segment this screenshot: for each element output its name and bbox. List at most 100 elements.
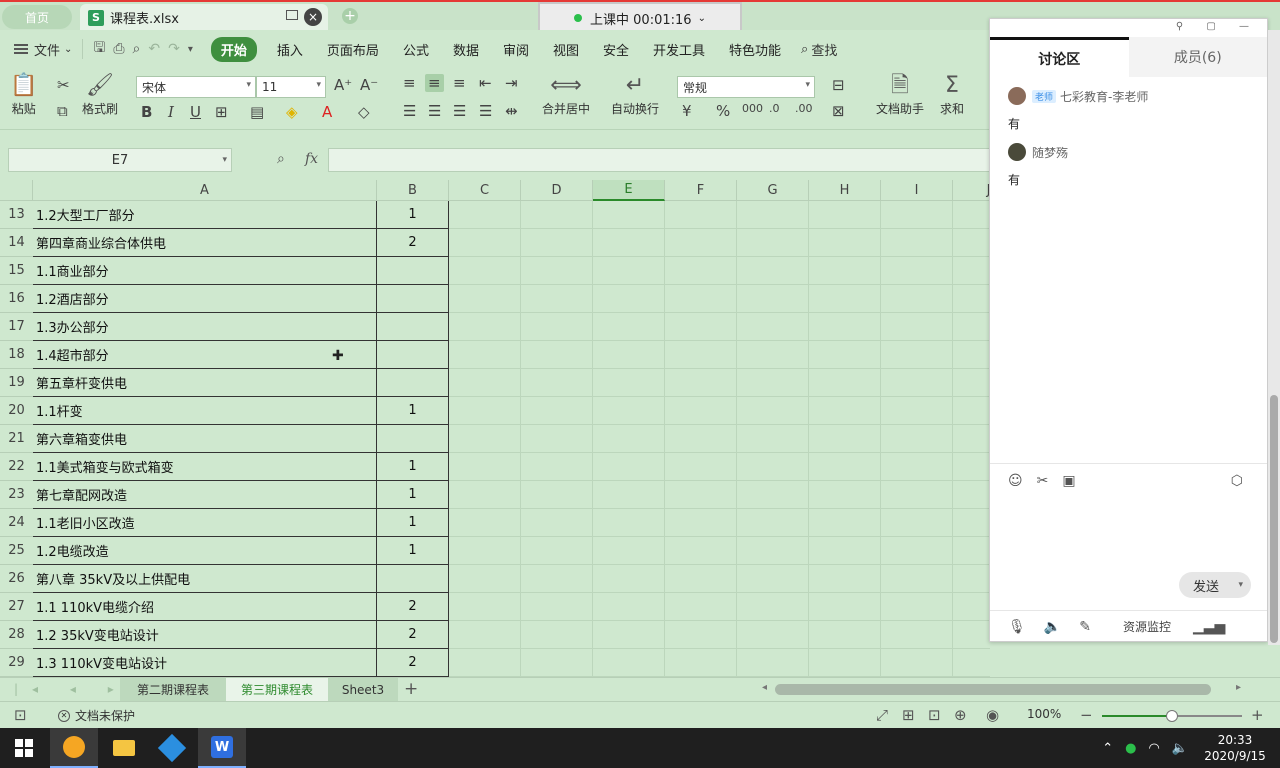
row-header[interactable]: 13 (0, 201, 33, 229)
row-header[interactable]: 23 (0, 481, 33, 509)
search-menu[interactable]: ⌕ 查找 (793, 40, 845, 59)
tab-discussion[interactable]: 讨论区 (990, 37, 1129, 77)
menu-developer[interactable]: 开发工具 (641, 40, 717, 59)
thousands-icon[interactable]: 000 (742, 102, 763, 115)
row-header[interactable]: 27 (0, 593, 33, 621)
menu-review[interactable]: 审阅 (491, 40, 541, 59)
table-cell-b[interactable]: 2 (377, 649, 449, 677)
table-cell-b[interactable] (377, 565, 449, 593)
scroll-left-icon[interactable]: ◂ (762, 682, 767, 693)
column-header-f[interactable]: F (665, 180, 737, 201)
menu-view[interactable]: 视图 (541, 40, 591, 59)
new-tab-icon[interactable]: + (342, 8, 358, 24)
file-tab[interactable]: S 课程表.xlsx × (80, 4, 328, 31)
export-icon[interactable]: ⎙ (113, 41, 124, 57)
eye-protect-icon[interactable]: ◉ (986, 706, 999, 724)
clock[interactable]: 20:33 2020/9/15 (1200, 732, 1270, 764)
table-cell-b[interactable]: 1 (377, 481, 449, 509)
row-header[interactable]: 15 (0, 257, 33, 285)
table-cell-a[interactable]: 1.4超市部分 (33, 341, 377, 369)
wifi-icon[interactable]: ◠ (1148, 741, 1159, 756)
customize-icon[interactable]: ▾ (188, 44, 193, 55)
align-middle-icon[interactable]: ≡ (425, 74, 444, 92)
table-cell-a[interactable]: 1.1商业部分 (33, 257, 377, 285)
chevron-down-icon[interactable]: ▾ (1238, 580, 1243, 590)
menu-features[interactable]: 特色功能 (717, 40, 793, 59)
indent-icon[interactable]: ⇥ (505, 74, 518, 92)
fullscreen-icon[interactable]: ⤢ (876, 706, 888, 724)
select-all-corner[interactable] (0, 180, 33, 201)
table-cell-a[interactable]: 1.1老旧小区改造 (33, 509, 377, 537)
menu-home[interactable]: 开始 (210, 36, 257, 62)
cut-icon[interactable]: ✂ (57, 76, 70, 94)
currency-icon[interactable]: ¥ (682, 102, 692, 120)
increase-font-icon[interactable]: A⁺ (334, 76, 352, 94)
volume-icon[interactable]: 🔈 (1172, 741, 1188, 756)
table-cell-a[interactable]: 1.2 35kV变电站设计 (33, 621, 377, 649)
table-cell-a[interactable]: 第六章箱变供电 (33, 425, 377, 453)
zoom-in-icon[interactable]: + (1251, 706, 1264, 724)
table-cell-b[interactable]: 2 (377, 229, 449, 257)
emoji-icon[interactable]: ☺ (1008, 473, 1023, 489)
camera-icon[interactable]: ● (1125, 741, 1136, 756)
doc-helper-button[interactable]: 🗎 文档助手 (876, 72, 924, 117)
table-cell-a[interactable]: 1.3 110kV变电站设计 (33, 649, 377, 677)
column-header-j[interactable]: J (953, 180, 990, 201)
redo-icon[interactable]: ↷ (168, 41, 180, 57)
start-button[interactable] (0, 728, 48, 768)
sum-button[interactable]: Σ 求和 (940, 72, 964, 117)
conditional-format-icon[interactable]: ⊟ (832, 76, 845, 94)
column-header-e[interactable]: E (593, 180, 665, 201)
table-cell-a[interactable]: 第七章配网改造 (33, 481, 377, 509)
table-cell-a[interactable]: 1.2酒店部分 (33, 285, 377, 313)
wrap-text-button[interactable]: ↵ 自动换行 (611, 72, 659, 117)
protect-status[interactable]: ✕ 文档未保护 (58, 707, 135, 724)
fx-icon[interactable]: fx (305, 151, 318, 167)
speaker-icon[interactable]: 🔈 (1044, 619, 1061, 635)
close-tab-icon[interactable]: × (304, 8, 322, 26)
fill-color-icon[interactable]: ◈ (286, 103, 298, 121)
table-cell-b[interactable] (377, 257, 449, 285)
horizontal-scrollbar[interactable] (775, 684, 1211, 695)
tray-expand-icon[interactable]: ⌃ (1102, 741, 1113, 756)
zoom-out-icon[interactable]: − (1080, 706, 1093, 724)
microphone-icon[interactable]: 🎙 (1008, 619, 1026, 635)
menu-insert[interactable]: 插入 (265, 40, 315, 59)
align-left-icon[interactable]: ☰ (403, 102, 416, 120)
table-cell-a[interactable]: 第八章 35kV及以上供配电 (33, 565, 377, 593)
table-cell-a[interactable]: 1.2电缆改造 (33, 537, 377, 565)
scissors-icon[interactable]: ✂ (1037, 473, 1049, 489)
formula-input[interactable] (328, 148, 990, 172)
row-header[interactable]: 25 (0, 537, 33, 565)
menu-data[interactable]: 数据 (441, 40, 491, 59)
sheet-tab-phase3[interactable]: 第三期课程表 (226, 678, 328, 701)
font-name-select[interactable]: 宋体 ▾ (136, 76, 256, 98)
settings-icon[interactable]: ⬡ (1231, 473, 1243, 489)
add-sheet-icon[interactable]: + (404, 679, 418, 699)
align-center-icon[interactable]: ☰ (428, 102, 441, 120)
normal-view-icon[interactable]: ⊞ (902, 706, 915, 724)
row-header[interactable]: 22 (0, 453, 33, 481)
image-icon[interactable]: ▣ (1062, 473, 1075, 489)
vertical-scrollbar[interactable] (1268, 30, 1280, 645)
bold-icon[interactable]: B (141, 103, 152, 121)
save-icon[interactable]: 🖫 (93, 37, 105, 61)
row-header[interactable]: 21 (0, 425, 33, 453)
eraser-icon[interactable]: ◇ (358, 103, 370, 121)
resource-monitor-label[interactable]: 资源监控 (1123, 618, 1171, 635)
table-cell-b[interactable]: 1 (377, 397, 449, 425)
table-cell-b[interactable] (377, 285, 449, 313)
tab-members[interactable]: 成员(6) (1128, 37, 1267, 77)
row-header[interactable]: 19 (0, 369, 33, 397)
taskbar-app-wps[interactable]: W (198, 728, 246, 768)
bar-graph-icon[interactable]: ▁▃▅ (1193, 619, 1225, 635)
taskbar-app-classroom[interactable] (50, 728, 98, 768)
vertical-scrollbar-thumb[interactable] (1270, 395, 1278, 643)
sheet-tab-sheet3[interactable]: Sheet3 (328, 678, 398, 701)
table-cell-b[interactable]: 2 (377, 593, 449, 621)
table-cell-a[interactable]: 第五章杆变供电 (33, 369, 377, 397)
copy-icon[interactable]: ⧉ (57, 102, 68, 120)
column-header-d[interactable]: D (521, 180, 593, 201)
table-cell-a[interactable]: 1.1杆变 (33, 397, 377, 425)
decrease-decimal-icon[interactable]: .00 (795, 102, 813, 115)
